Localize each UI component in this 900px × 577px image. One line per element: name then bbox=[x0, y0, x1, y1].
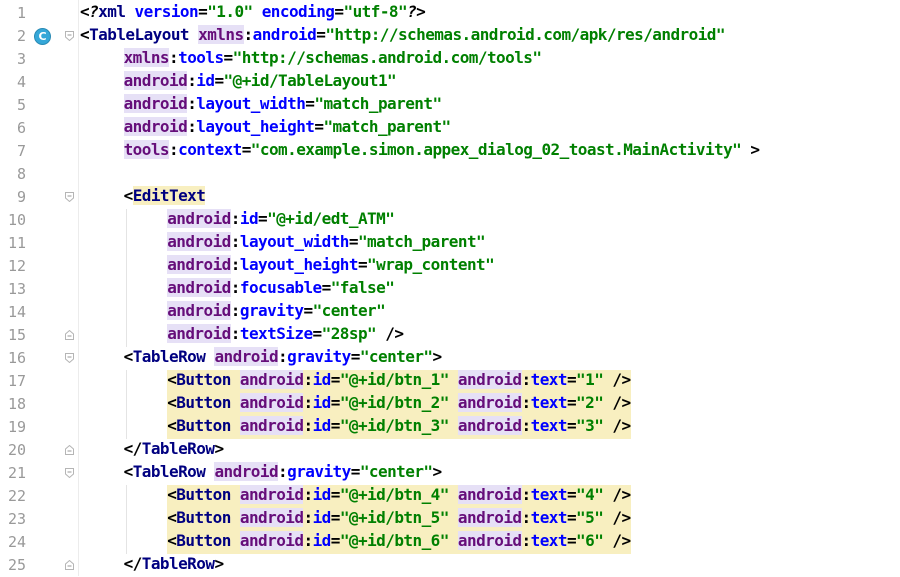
line-number: 2 bbox=[16, 27, 26, 45]
code-text[interactable]: <Button android:id="@+id/btn_2" android:… bbox=[167, 393, 631, 416]
line-number: 14 bbox=[7, 303, 26, 321]
fold-collapse-icon[interactable] bbox=[65, 353, 74, 363]
code-text[interactable]: <Button android:id="@+id/btn_4" android:… bbox=[167, 485, 631, 508]
code-line[interactable]: 8 bbox=[0, 163, 900, 186]
code-text[interactable]: android:layout_height="match_parent" bbox=[123, 117, 451, 140]
line-number: 21 bbox=[7, 464, 26, 482]
line-number: 15 bbox=[7, 326, 26, 344]
code-line[interactable]: 14 android:gravity="center" bbox=[0, 301, 900, 324]
line-number: 9 bbox=[16, 188, 26, 206]
code-text[interactable]: <TableLayout xmlns:android="http://schem… bbox=[80, 25, 726, 48]
code-text[interactable]: </TableRow> bbox=[124, 439, 224, 462]
code-line[interactable]: 22 <Button android:id="@+id/btn_4" androi… bbox=[0, 485, 900, 508]
code-text[interactable]: <Button android:id="@+id/btn_6" android:… bbox=[167, 531, 631, 554]
line-number: 4 bbox=[16, 73, 26, 91]
line-number: 1 bbox=[16, 4, 26, 22]
code-line[interactable]: 25 </TableRow> bbox=[0, 554, 900, 577]
code-line[interactable]: 17 <Button android:id="@+id/btn_1" androi… bbox=[0, 370, 900, 393]
code-line[interactable]: 4 android:id="@+id/TableLayout1" bbox=[0, 71, 900, 94]
line-number: 3 bbox=[16, 50, 26, 68]
fold-collapse-icon[interactable] bbox=[65, 31, 74, 41]
code-text[interactable]: android:layout_width="match_parent" bbox=[167, 232, 486, 255]
code-line[interactable]: 24 <Button android:id="@+id/btn_6" androi… bbox=[0, 531, 900, 554]
code-line[interactable]: 16 <TableRow android:gravity="center"> bbox=[0, 347, 900, 370]
code-line[interactable]: 21 <TableRow android:gravity="center"> bbox=[0, 462, 900, 485]
fold-end-icon[interactable] bbox=[65, 330, 74, 340]
code-line[interactable]: 1 <?xml version="1.0" encoding="utf-8"?> bbox=[0, 2, 900, 25]
indent-guide bbox=[126, 209, 127, 347]
code-text[interactable]: android:layout_width="match_parent" bbox=[123, 94, 442, 117]
code-text[interactable]: <?xml version="1.0" encoding="utf-8"?> bbox=[80, 2, 426, 25]
code-text[interactable]: android:focusable="false" bbox=[167, 278, 395, 301]
code-text[interactable]: <TableRow android:gravity="center"> bbox=[124, 347, 442, 370]
code-text[interactable]: <Button android:id="@+id/btn_1" android:… bbox=[167, 370, 631, 393]
code-line[interactable]: 9 <EditText bbox=[0, 186, 900, 209]
line-number: 20 bbox=[7, 441, 26, 459]
line-number: 12 bbox=[7, 257, 26, 275]
code-text[interactable]: <Button android:id="@+id/btn_3" android:… bbox=[167, 416, 631, 439]
indent-guide bbox=[126, 485, 127, 554]
code-line[interactable]: 5 android:layout_width="match_parent" bbox=[0, 94, 900, 117]
line-number: 18 bbox=[7, 395, 26, 413]
line-number: 8 bbox=[16, 165, 26, 183]
code-line[interactable]: 7 tools:context="com.example.simon.appex_… bbox=[0, 140, 900, 163]
line-number: 10 bbox=[7, 211, 26, 229]
code-line[interactable]: 15 android:textSize="28sp" /> bbox=[0, 324, 900, 347]
code-line[interactable]: 20 </TableRow> bbox=[0, 439, 900, 462]
code-text[interactable]: </TableRow> bbox=[124, 554, 224, 577]
code-line[interactable]: 6 android:layout_height="match_parent" bbox=[0, 117, 900, 140]
line-number: 17 bbox=[7, 372, 26, 390]
fold-end-icon[interactable] bbox=[65, 445, 74, 455]
code-text[interactable]: android:id="@+id/TableLayout1" bbox=[123, 71, 397, 94]
line-number: 5 bbox=[16, 96, 26, 114]
code-text[interactable]: xmlns:tools="http://schemas.android.com/… bbox=[123, 48, 542, 71]
class-reference-icon[interactable]: C bbox=[34, 28, 51, 45]
code-text[interactable]: <TableRow android:gravity="center"> bbox=[124, 462, 442, 485]
fold-end-icon[interactable] bbox=[65, 560, 74, 570]
line-number: 13 bbox=[7, 280, 26, 298]
code-text[interactable]: <Button android:id="@+id/btn_5" android:… bbox=[167, 508, 631, 531]
line-number: 7 bbox=[16, 142, 26, 160]
code-text[interactable]: tools:context="com.example.simon.appex_d… bbox=[123, 140, 760, 163]
code-text[interactable]: android:textSize="28sp" /> bbox=[167, 324, 404, 347]
code-editor[interactable]: 1 <?xml version="1.0" encoding="utf-8"?> 2… bbox=[0, 0, 900, 576]
code-line[interactable]: 19 <Button android:id="@+id/btn_3" androi… bbox=[0, 416, 900, 439]
code-line[interactable]: 23 <Button android:id="@+id/btn_5" androi… bbox=[0, 508, 900, 531]
line-number: 19 bbox=[7, 418, 26, 436]
line-number: 24 bbox=[7, 533, 26, 551]
code-text[interactable]: <EditText bbox=[124, 186, 206, 209]
code-line[interactable]: 10 android:id="@+id/edt_ATM" bbox=[0, 209, 900, 232]
code-text[interactable]: android:gravity="center" bbox=[167, 301, 386, 324]
line-number: 25 bbox=[7, 556, 26, 574]
code-line[interactable]: 2 C <TableLayout xmlns:android="http://sch… bbox=[0, 25, 900, 48]
code-line[interactable]: 13 android:focusable="false" bbox=[0, 278, 900, 301]
indent-guide bbox=[126, 370, 127, 439]
fold-collapse-icon[interactable] bbox=[65, 192, 74, 202]
line-number: 11 bbox=[7, 234, 26, 252]
code-text[interactable]: android:layout_height="wrap_content" bbox=[167, 255, 495, 278]
code-line[interactable]: 18 <Button android:id="@+id/btn_2" androi… bbox=[0, 393, 900, 416]
line-number: 23 bbox=[7, 510, 26, 528]
code-line[interactable]: 12 android:layout_height="wrap_content" bbox=[0, 255, 900, 278]
line-number: 6 bbox=[16, 119, 26, 137]
code-text[interactable]: android:id="@+id/edt_ATM" bbox=[167, 209, 395, 232]
fold-collapse-icon[interactable] bbox=[65, 468, 74, 478]
line-number: 16 bbox=[7, 349, 26, 367]
line-number: 22 bbox=[7, 487, 26, 505]
code-line[interactable]: 3 xmlns:tools="http://schemas.android.com… bbox=[0, 48, 900, 71]
code-line[interactable]: 11 android:layout_width="match_parent" bbox=[0, 232, 900, 255]
